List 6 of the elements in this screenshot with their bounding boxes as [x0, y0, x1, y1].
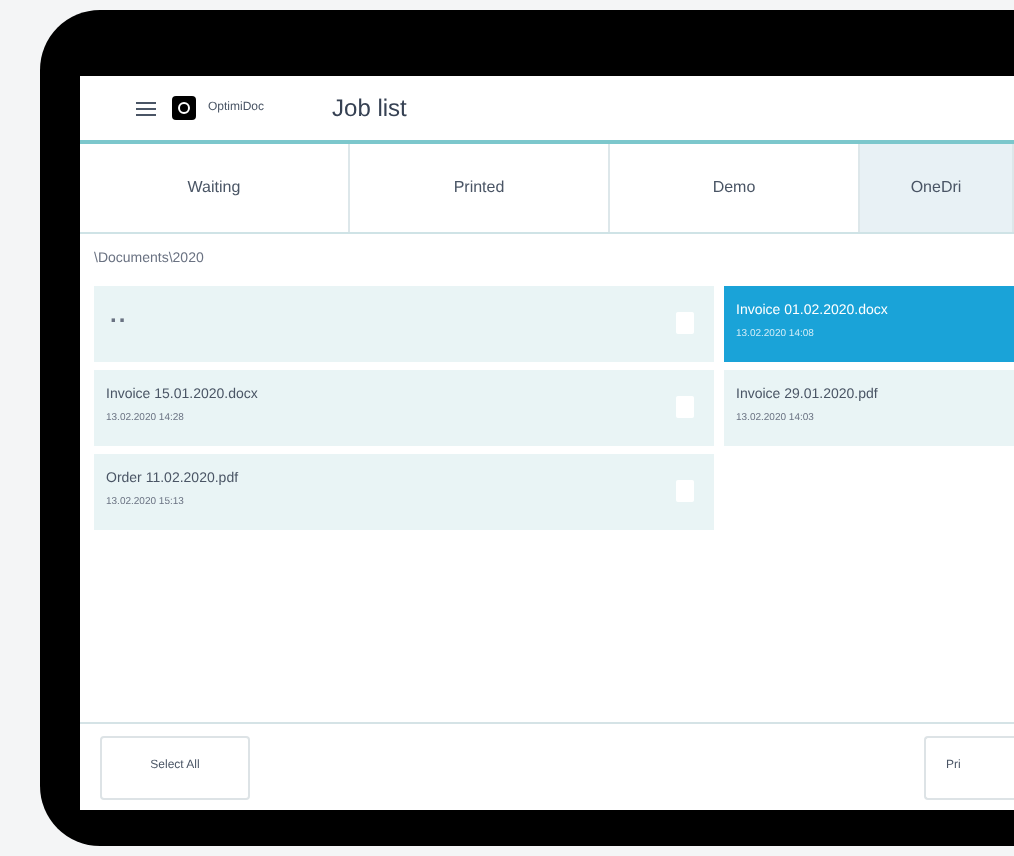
menu-icon[interactable]	[136, 101, 156, 115]
logo-icon	[172, 96, 196, 120]
page-title: Job list	[332, 92, 407, 126]
tab[interactable]: OneDri	[860, 144, 1014, 232]
parent-folder-item[interactable]: ..	[94, 285, 714, 361]
parent-label: ..	[108, 301, 128, 325]
